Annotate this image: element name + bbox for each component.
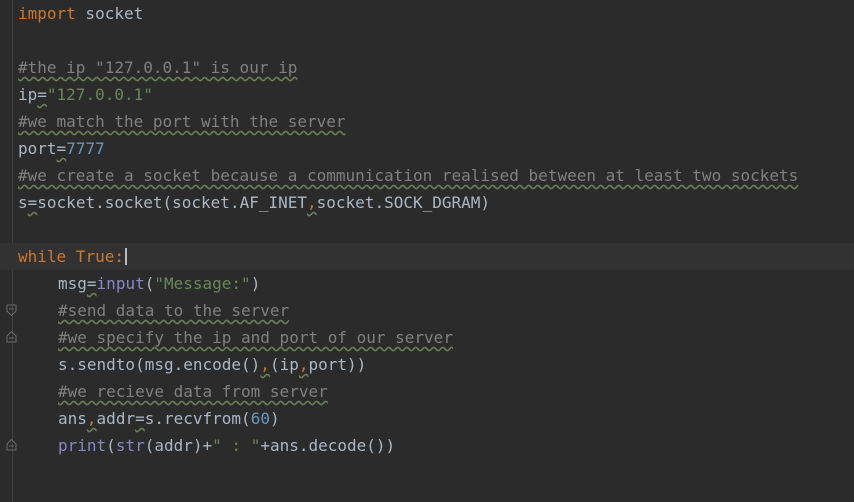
code-text: ( [144, 274, 155, 293]
variable: addr [96, 409, 136, 428]
variable: port [18, 139, 57, 158]
code-text: s.recvfrom( [144, 409, 251, 428]
builtin-function: print [58, 436, 107, 455]
variable: msg [58, 274, 87, 293]
comment: #we specify the ip and port of our serve… [58, 328, 453, 347]
code-text: socket [75, 4, 144, 23]
text-caret [124, 248, 127, 265]
code-editor[interactable]: import socket #the ip "127.0.0.1" is our… [0, 0, 854, 502]
comment: #the ip "127.0.0.1" is our ip [18, 58, 298, 77]
fold-close-icon[interactable] [6, 438, 17, 451]
code-text: +ans.decode()) [260, 436, 396, 455]
code-line-6[interactable]: port=7777 [18, 135, 854, 162]
code-line-8[interactable]: s=socket.socket(socket.AF_INET,socket.SO… [18, 189, 854, 216]
code-line-5[interactable]: #we match the port with the server [18, 108, 854, 135]
code-line-1[interactable]: import socket [18, 0, 854, 27]
code-text: ) [250, 274, 261, 293]
code-line-16[interactable]: ans,addr=s.recvfrom(60) [18, 405, 854, 432]
fold-open-icon[interactable] [6, 304, 17, 317]
comment: #send data to the server [58, 301, 290, 320]
keyword: True [66, 247, 115, 266]
code-line-7[interactable]: #we create a socket because a communicat… [18, 162, 854, 189]
comment: #we recieve data from server [58, 382, 328, 401]
colon: : [114, 247, 124, 266]
number-literal: 7777 [66, 139, 105, 158]
string-literal: " : " [212, 436, 261, 455]
code-text: port)) [308, 355, 367, 374]
code-line-15[interactable]: #we recieve data from server [18, 378, 854, 405]
number-literal: 60 [250, 409, 270, 428]
comma: , [86, 409, 97, 428]
code-line-10-current[interactable]: while True: [0, 243, 854, 270]
code-line-17[interactable]: print(str(addr)+" : "+ans.decode()) [18, 432, 854, 459]
operator: = [27, 193, 38, 212]
variable: s [18, 193, 28, 212]
code-line-4[interactable]: ip="127.0.0.1" [18, 81, 854, 108]
operator: = [86, 274, 97, 293]
code-line-3[interactable]: #the ip "127.0.0.1" is our ip [18, 54, 854, 81]
code-line-12[interactable]: #send data to the server [18, 297, 854, 324]
code-text: ( [106, 436, 116, 455]
code-text: socket.SOCK_DGRAM) [316, 193, 491, 212]
builtin-function: input [96, 274, 145, 293]
code-line-13[interactable]: #we specify the ip and port of our serve… [18, 324, 854, 351]
variable: ip [18, 85, 38, 104]
comma: , [260, 355, 270, 374]
comment: #we match the port with the server [18, 112, 346, 131]
code-text: (ip [269, 355, 299, 374]
code-text: ) [269, 409, 280, 428]
string-literal: "127.0.0.1" [46, 85, 153, 104]
code-line-11[interactable]: msg=input("Message:") [18, 270, 854, 297]
operator: = [135, 409, 145, 428]
string-literal: "Message:" [154, 274, 251, 293]
code-text: socket.socket(socket.AF_INET [37, 193, 307, 212]
keyword: while [18, 247, 67, 266]
keyword: import [18, 4, 76, 23]
code-line-14[interactable]: s.sendto(msg.encode(),(ip,port)) [18, 351, 854, 378]
variable: ans [58, 409, 87, 428]
comment: #we create a socket because a communicat… [18, 166, 799, 185]
comma: , [307, 193, 317, 212]
builtin-function: str [115, 436, 145, 455]
code-text: s.sendto(msg.encode() [58, 355, 261, 374]
operator: = [56, 139, 67, 158]
operator: = [37, 85, 47, 104]
fold-close-icon[interactable] [6, 330, 17, 343]
code-text: (addr)+ [144, 436, 213, 455]
